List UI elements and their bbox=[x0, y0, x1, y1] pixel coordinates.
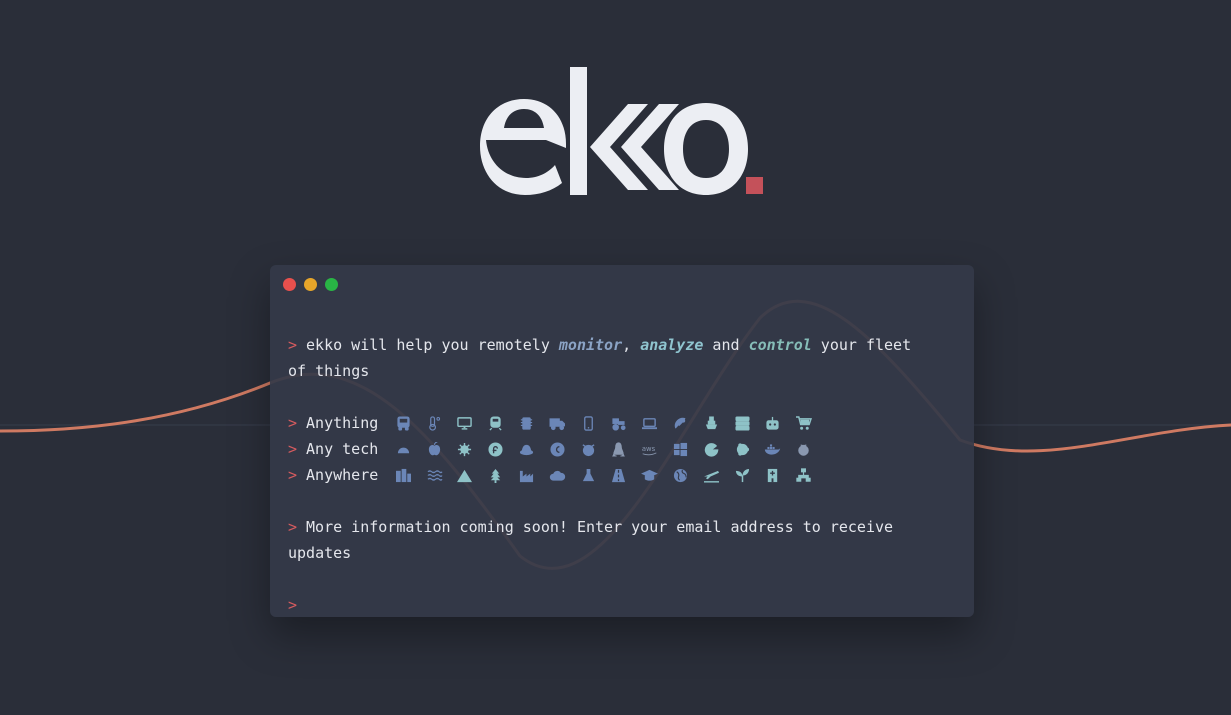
apple-icon bbox=[424, 442, 444, 458]
hospital-icon bbox=[763, 468, 783, 484]
mountain-icon bbox=[455, 468, 475, 484]
keyword-control: control bbox=[748, 336, 812, 354]
windows-icon bbox=[670, 442, 690, 458]
google-icon bbox=[701, 442, 721, 458]
prompt-symbol: > bbox=[288, 336, 298, 354]
fedora-icon bbox=[486, 442, 506, 458]
maximize-window-button[interactable] bbox=[325, 278, 338, 291]
row-label: Anywhere bbox=[306, 466, 379, 484]
row-label: Any tech bbox=[306, 440, 379, 458]
thermometer-icon bbox=[424, 416, 444, 432]
road-icon bbox=[609, 468, 629, 484]
tractor-icon bbox=[609, 416, 629, 432]
satellite-icon bbox=[670, 416, 690, 432]
city-icon bbox=[393, 468, 413, 484]
docker-icon bbox=[763, 442, 783, 458]
minimize-window-button[interactable] bbox=[304, 278, 317, 291]
smartphone-icon bbox=[578, 416, 598, 432]
factory-icon bbox=[517, 468, 537, 484]
info-text: More information coming soon! Enter your… bbox=[306, 518, 894, 536]
row-label: Anything bbox=[306, 414, 379, 432]
ekko-logo bbox=[480, 67, 763, 195]
robot-icon bbox=[763, 416, 783, 432]
info-line-continued: updates bbox=[288, 544, 352, 562]
prompt-symbol: > bbox=[288, 440, 298, 458]
keyword-monitor: monitor bbox=[558, 336, 623, 354]
train-icon bbox=[486, 416, 506, 432]
monitor-icon bbox=[455, 416, 475, 432]
debian-icon bbox=[547, 442, 567, 458]
anything-row: > Anything bbox=[288, 410, 960, 436]
keyword-analyze: analyze bbox=[640, 336, 704, 354]
intro-separator: and bbox=[703, 336, 749, 354]
school-icon bbox=[640, 468, 660, 484]
redhat-icon bbox=[517, 442, 537, 458]
plant-icon bbox=[732, 468, 752, 484]
water-icon bbox=[424, 468, 444, 484]
laptop-icon bbox=[640, 416, 660, 432]
truck-icon bbox=[547, 416, 567, 432]
tree-icon bbox=[486, 468, 506, 484]
raspberry-gear-icon bbox=[455, 442, 475, 458]
email-input-line[interactable]: > bbox=[288, 592, 960, 617]
ship-icon bbox=[701, 416, 721, 432]
globe-icon bbox=[670, 468, 690, 484]
anywhere-icons bbox=[393, 468, 813, 484]
svg-text:aws: aws bbox=[642, 445, 656, 453]
server-icon bbox=[732, 416, 752, 432]
intro-line: > ekko will help you remotely monitor, an… bbox=[288, 332, 960, 358]
prompt-symbol: > bbox=[288, 414, 298, 432]
intro-separator: , bbox=[622, 336, 641, 354]
bus-icon bbox=[393, 416, 413, 432]
window-controls bbox=[283, 278, 338, 291]
network-icon bbox=[794, 468, 814, 484]
prompt-symbol: > bbox=[288, 518, 298, 536]
aws-icon: aws bbox=[640, 442, 660, 458]
any-tech-row: > Any tech aws bbox=[288, 436, 960, 462]
any-tech-icons: aws bbox=[393, 442, 813, 458]
close-window-button[interactable] bbox=[283, 278, 296, 291]
android-icon bbox=[393, 442, 413, 458]
chip-icon bbox=[517, 416, 537, 432]
info-line: > More information coming soon! Enter you… bbox=[288, 514, 960, 540]
anywhere-row: > Anywhere bbox=[288, 462, 960, 488]
raspberry-pi-icon bbox=[794, 442, 814, 458]
shopping-cart-icon bbox=[794, 416, 814, 432]
freebsd-icon bbox=[578, 442, 598, 458]
intro-line-continued: of things bbox=[288, 362, 370, 380]
prompt-symbol: > bbox=[288, 466, 298, 484]
intro-prefix: ekko will help you remotely bbox=[306, 336, 559, 354]
airport-icon bbox=[701, 468, 721, 484]
landing-page: > ekko will help you remotely monitor, an… bbox=[0, 0, 1231, 715]
ubuntu-icon bbox=[732, 442, 752, 458]
anything-icons bbox=[393, 416, 813, 432]
terminal-window: > ekko will help you remotely monitor, an… bbox=[270, 265, 974, 617]
terminal-body: > ekko will help you remotely monitor, an… bbox=[288, 332, 960, 617]
intro-suffix: your fleet bbox=[811, 336, 912, 354]
lab-flask-icon bbox=[578, 468, 598, 484]
input-prompt-symbol: > bbox=[288, 596, 298, 614]
linux-icon bbox=[609, 442, 629, 458]
cloud-icon bbox=[547, 468, 567, 484]
